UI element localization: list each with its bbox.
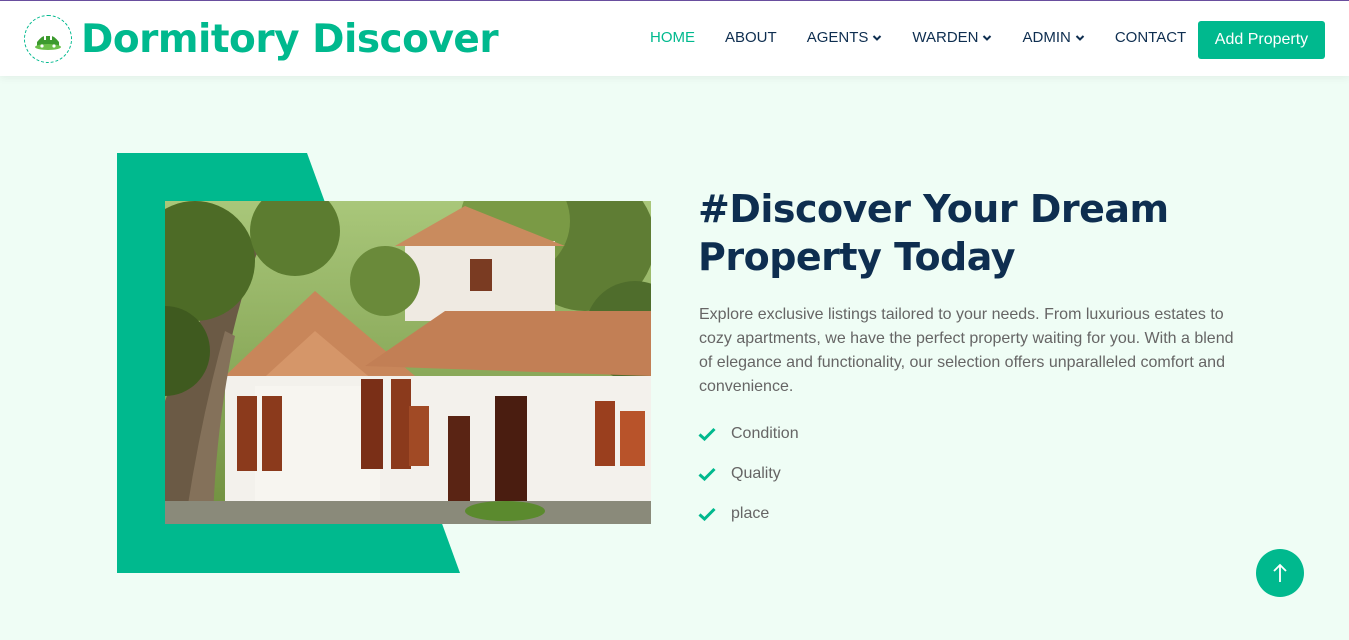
- main-nav: HOME ABOUT AGENTS WARDEN ADMIN CONTACT: [650, 29, 1216, 46]
- hero-headline: #Discover Your Dream Property Today: [698, 187, 1169, 279]
- nav-contact-label: CONTACT: [1114, 29, 1187, 46]
- brand-name: Dormitory Discover: [81, 16, 499, 62]
- nav-warden[interactable]: WARDEN: [912, 29, 992, 46]
- chevron-down-icon: [983, 34, 992, 41]
- brand[interactable]: Dormitory Discover: [24, 15, 499, 63]
- list-item: Condition: [698, 423, 799, 445]
- feature-label: Condition: [731, 425, 799, 442]
- list-item: place: [698, 503, 799, 525]
- arrow-up-icon: [1273, 563, 1287, 582]
- nav-home[interactable]: HOME: [650, 29, 695, 46]
- chevron-down-icon: [1075, 34, 1085, 41]
- add-property-button[interactable]: Add Property: [1198, 21, 1325, 59]
- check-icon: [698, 427, 716, 441]
- feature-list: Condition Quality place: [698, 423, 799, 543]
- check-icon: [698, 507, 716, 521]
- feature-label: place: [731, 505, 770, 522]
- nav-about[interactable]: ABOUT: [725, 29, 777, 46]
- navbar: Dormitory Discover HOME ABOUT AGENTS WAR…: [0, 1, 1349, 76]
- nav-warden-label: WARDEN: [912, 29, 979, 46]
- nav-agents[interactable]: AGENTS: [807, 29, 883, 46]
- nav-contact[interactable]: CONTACT: [1115, 29, 1186, 46]
- hero-description: Explore exclusive listings tailored to y…: [699, 306, 1234, 395]
- nav-agents-label: AGENTS: [806, 29, 869, 46]
- house-photo: [165, 201, 651, 524]
- back-to-top-button[interactable]: [1256, 549, 1304, 597]
- nav-admin[interactable]: ADMIN: [1022, 29, 1085, 46]
- feature-label: Quality: [731, 465, 781, 482]
- nav-home-label: HOME: [650, 29, 695, 46]
- list-item: Quality: [698, 463, 799, 485]
- nav-admin-label: ADMIN: [1022, 29, 1071, 46]
- chevron-down-icon: [873, 34, 882, 41]
- nav-about-label: ABOUT: [725, 29, 777, 46]
- house-logo-icon: [24, 15, 72, 63]
- check-icon: [698, 467, 716, 481]
